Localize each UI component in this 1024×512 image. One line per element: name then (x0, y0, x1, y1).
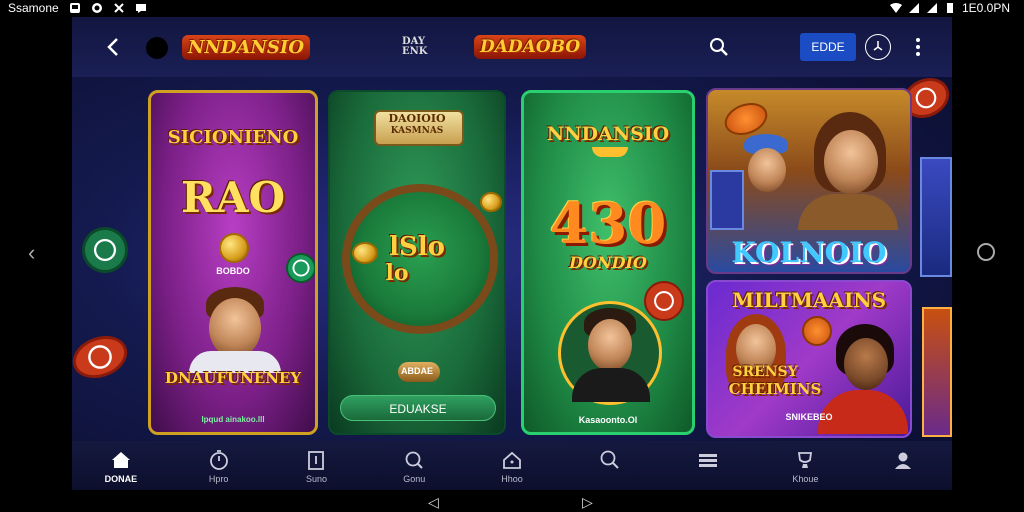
notification-icon (69, 3, 80, 13)
more-options-button[interactable] (912, 37, 924, 59)
game-card-2[interactable]: DAOIOIO KASMNAS lSlo lo ABDAE EDUAKSE (328, 90, 506, 435)
card-1-headline: RAO (180, 173, 286, 222)
slot-machine-icon (922, 307, 952, 437)
list-icon (698, 454, 717, 467)
card-3-headline: 430 (549, 191, 667, 257)
card-3-title-ornament (592, 147, 628, 157)
nav-item-trophy[interactable]: Khoue (756, 441, 854, 490)
user-icon (895, 452, 912, 469)
game-card-4[interactable]: KOLNOIO (706, 88, 912, 274)
nav-item-house[interactable]: Hhoo (463, 441, 561, 490)
card-4-title: KOLNOIO (731, 236, 887, 269)
search-button[interactable] (709, 37, 729, 57)
chip-icon (644, 281, 684, 321)
system-navigation-bar: ◁ ▷ (0, 490, 1024, 512)
arrow-left-icon (107, 38, 118, 56)
nav-label-timer: Hpro (208, 474, 229, 484)
card-1-title: SICIONIENO (167, 127, 299, 148)
signal-icon (908, 3, 919, 13)
nav-item-clipboard[interactable]: Suno (268, 441, 366, 490)
card-5-footer: SNIKEBEO (785, 412, 833, 422)
card-2-title-line1: DAOIOIO (388, 112, 446, 125)
nav-label-clipboard: Suno (305, 474, 327, 484)
floating-chip-icon (73, 218, 137, 282)
clock: 1E0.0PN (961, 1, 1010, 15)
nav-label-home: DONAE (104, 474, 138, 484)
nav-item-search-2[interactable] (561, 441, 659, 490)
floating-chip-icon (72, 328, 134, 386)
mode-button[interactable]: EDDE (800, 33, 856, 61)
bottom-navigation-bar: DONAE Hpro Suno Gonu Hhoo Khoue (72, 441, 952, 490)
nav-item-home[interactable]: DONAE (72, 441, 170, 490)
coin-icon (480, 192, 502, 212)
character-portrait-icon (588, 319, 632, 371)
coin-icon (219, 233, 249, 263)
wifi-icon (889, 3, 902, 13)
nav-label-house: Hhoo (501, 474, 523, 484)
game-card-1[interactable]: SICIONIENO RAO BOBDO DNAUFUNENEY Ipqud a… (148, 90, 318, 435)
nav-item-list[interactable] (659, 441, 757, 490)
back-button[interactable] (102, 35, 126, 59)
card-5-title: MILTMAAINS (731, 288, 887, 312)
casino-app-window: NNDANSIO DAY ENK DADAOBO EDDE SICIONIENO… (72, 17, 952, 490)
coin-icon (352, 242, 378, 264)
game-card-3[interactable]: NNDANSIO 430 DONDIO Kasaoonto.Ol (521, 90, 695, 435)
timer-icon (209, 450, 228, 470)
system-status-bar: Ssamone 1E0.0PN (0, 0, 1024, 17)
brand-logo-mid-line2: ENK (402, 46, 428, 57)
system-forward-icon[interactable]: ▷ (582, 494, 593, 511)
card-3-title: NNDANSIO (546, 123, 670, 145)
system-back-icon[interactable]: ◁ (428, 494, 439, 511)
trophy-icon (798, 452, 813, 468)
search-icon (710, 38, 728, 56)
side-back-arrow-icon[interactable]: ‹ (28, 240, 48, 265)
brand-logo-left[interactable]: NNDANSIO (182, 35, 311, 60)
card-2-play-button[interactable]: EDUAKSE (340, 395, 496, 421)
character-clothes (798, 194, 898, 230)
coin-icon (802, 316, 832, 346)
nav-item-timer[interactable]: Hpro (170, 441, 268, 490)
home-icon (111, 452, 130, 468)
carrier-label: Ssamone (8, 1, 59, 15)
nav-label-search: Gonu (403, 474, 426, 484)
side-home-circle-icon[interactable] (977, 243, 995, 261)
more-vertical-icon (916, 38, 920, 56)
top-app-bar: NNDANSIO DAY ENK DADAOBO EDDE (72, 17, 952, 77)
profile-icon (873, 41, 883, 51)
character-portrait-icon-2 (824, 130, 878, 194)
search-icon (600, 450, 619, 469)
house-icon (503, 451, 521, 469)
card-1-footer: Ipqud ainakoo.lll (201, 415, 265, 424)
battery-icon (946, 3, 953, 13)
character-portrait-icon (748, 148, 786, 192)
clipboard-icon (308, 451, 325, 470)
profile-button[interactable] (865, 34, 891, 60)
card-3-subheadline: DONDIO (569, 253, 647, 272)
card-5-banner-line1: SRENSY (732, 364, 798, 380)
card-1-banner: DNAUFUNENEY (164, 369, 302, 387)
card-5-banner-line2: CHEIMINS (728, 380, 822, 398)
search-icon (405, 451, 423, 469)
sync-icon (113, 3, 124, 13)
slot-machine-icon (710, 170, 744, 230)
brand-logo-right[interactable]: DADAOBO (474, 35, 587, 59)
brand-logo-mid: DAY ENK (402, 37, 427, 57)
card-2-badge: ABDAE (400, 366, 433, 376)
chip-icon (286, 253, 315, 283)
app-icon (91, 3, 102, 13)
game-card-5[interactable]: MILTMAAINS SRENSY CHEIMINS SNIKEBEO (706, 280, 912, 438)
card-3-footer: Kasaoonto.Ol (578, 415, 638, 425)
nav-item-search[interactable]: Gonu (365, 441, 463, 490)
card-2-table-text2: lo (385, 260, 409, 286)
signal-icon-2 (926, 3, 937, 13)
slot-machine-icon (920, 157, 952, 277)
character-portrait-icon (209, 298, 261, 358)
card-2-title-line2: KASMNAS (390, 126, 444, 136)
nav-item-profile[interactable] (854, 441, 952, 490)
message-icon (135, 4, 146, 13)
nav-label-trophy: Khoue (792, 474, 819, 484)
avatar[interactable] (146, 37, 168, 59)
